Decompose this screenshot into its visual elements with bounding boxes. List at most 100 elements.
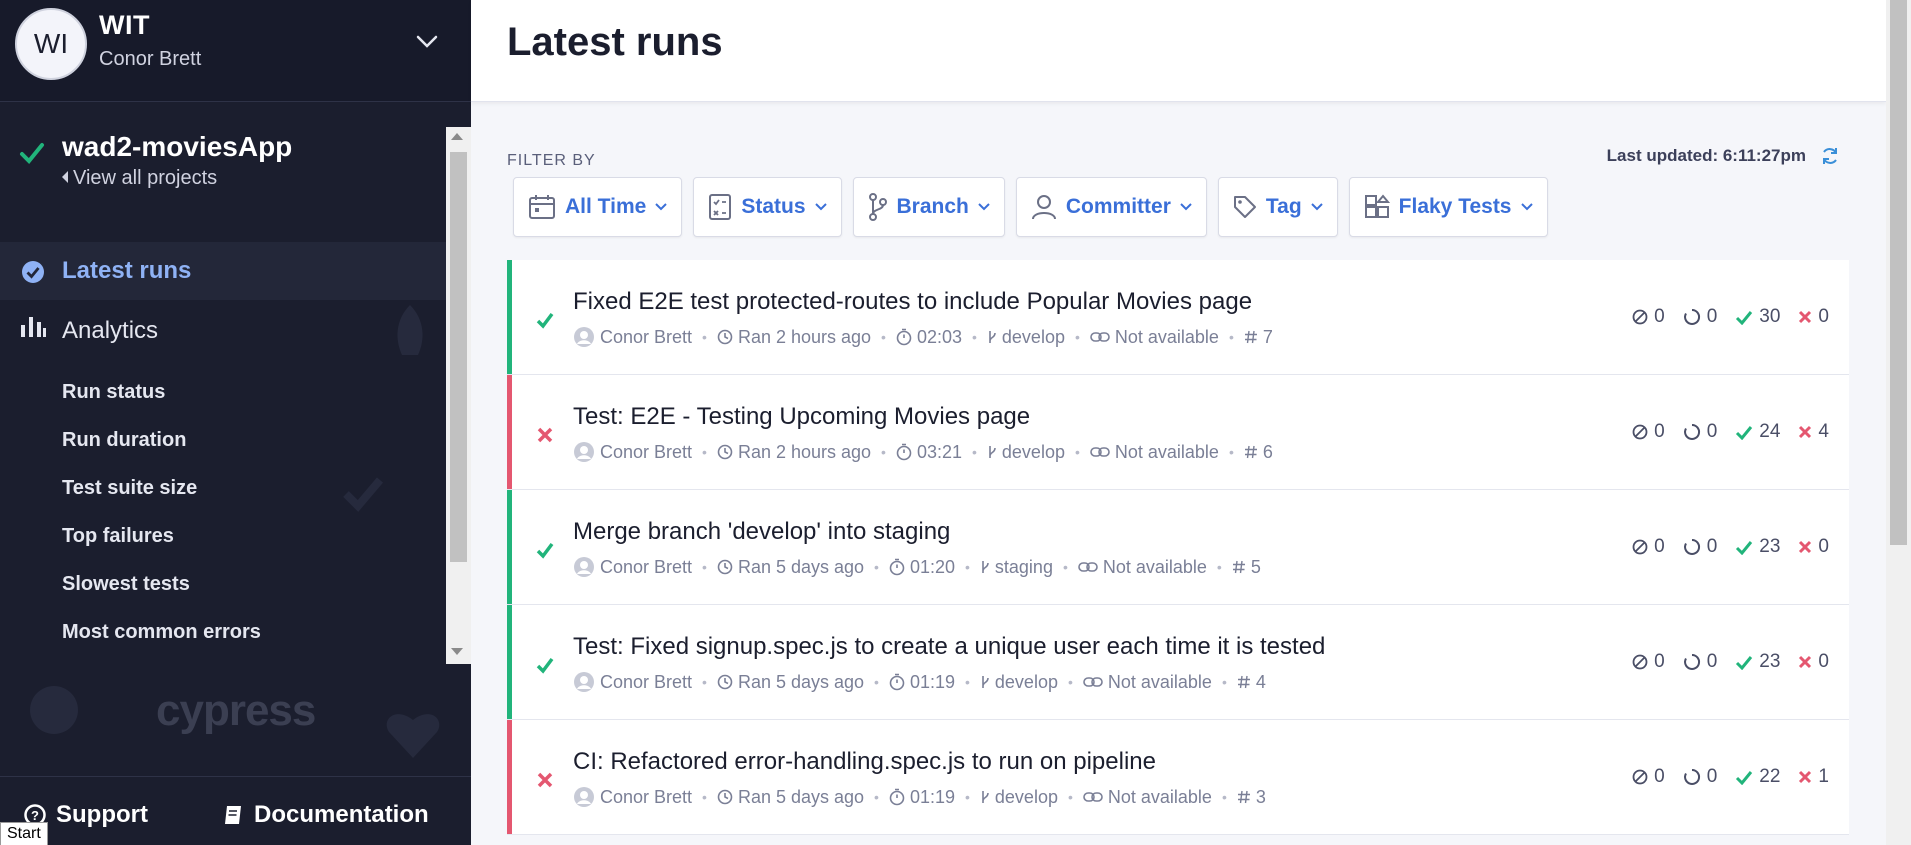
clock-icon <box>717 674 733 690</box>
check-icon <box>1736 426 1753 440</box>
main-scrollbar[interactable] <box>1886 0 1911 845</box>
skipped-value: 0 <box>1654 651 1665 672</box>
skipped-icon <box>1632 309 1648 325</box>
run-counts: 0 0 30 0 <box>1632 306 1829 328</box>
run-duration: 01:20 <box>889 557 955 578</box>
run-ci: Not available <box>1083 672 1212 693</box>
chevron-down-icon[interactable] <box>412 26 442 56</box>
passed-status-icon <box>536 312 554 329</box>
view-all-projects-link[interactable]: View all projects <box>62 167 217 190</box>
filter-committer[interactable]: Committer <box>1015 177 1207 237</box>
separator: • <box>965 789 970 805</box>
link-icon <box>1090 447 1110 457</box>
run-title[interactable]: CI: Refactored error-handling.spec.js to… <box>573 748 1156 776</box>
run-row[interactable]: Test: E2E - Testing Upcoming Movies page… <box>507 375 1849 490</box>
run-title[interactable]: Test: Fixed signup.spec.js to create a u… <box>573 633 1325 661</box>
failed-status-icon <box>537 772 553 788</box>
pending-value: 0 <box>1706 651 1718 672</box>
skipped-count: 0 <box>1632 536 1665 558</box>
run-time-label: Ran 2 hours ago <box>737 441 872 462</box>
page-title: Latest runs <box>507 20 723 64</box>
refresh-icon[interactable] <box>1820 146 1840 166</box>
pending-value: 0 <box>1706 306 1718 327</box>
separator: • <box>1228 329 1234 345</box>
separator: • <box>1067 789 1073 805</box>
sidebar-item-run-status[interactable]: Run status <box>62 381 165 404</box>
avatar-placeholder-icon <box>574 787 594 807</box>
sidebar-item-slowest-tests[interactable]: Slowest tests <box>62 573 190 596</box>
scroll-down-icon[interactable] <box>451 648 463 655</box>
passed-value: 23 <box>1759 536 1781 557</box>
failed-value: 0 <box>1818 306 1829 327</box>
filter-label: All Time <box>565 195 647 218</box>
link-icon <box>1078 562 1098 572</box>
run-ci: Not available <box>1083 787 1212 808</box>
run-counts: 0 0 23 0 <box>1632 651 1829 673</box>
run-row[interactable]: Merge branch 'develop' into staging Cono… <box>507 490 1849 605</box>
stopwatch-icon <box>889 558 905 576</box>
passed-count: 24 <box>1735 421 1780 443</box>
filter-flaky-tests[interactable]: Flaky Tests <box>1348 177 1548 237</box>
filter-branch[interactable]: Branch <box>852 177 1005 237</box>
documentation-link[interactable]: Documentation <box>222 801 429 829</box>
filter-all-time[interactable]: All Time <box>513 177 683 237</box>
view-all-label: View all projects <box>73 167 218 189</box>
run-title[interactable]: Fixed E2E test protected-routes to inclu… <box>573 288 1252 316</box>
committer: Conor Brett <box>573 441 692 463</box>
run-ci-label: Not available <box>1114 441 1219 462</box>
avatar-placeholder-icon <box>574 442 594 462</box>
stopwatch-icon <box>896 443 912 461</box>
run-title[interactable]: Merge branch 'develop' into staging <box>573 518 950 546</box>
avatar-placeholder-icon <box>574 672 594 692</box>
run-number-label: 4 <box>1255 671 1266 692</box>
separator: • <box>874 559 879 575</box>
link-icon <box>1090 332 1110 342</box>
sidebar-item-top-failures[interactable]: Top failures <box>62 525 174 548</box>
stopwatch-icon <box>889 788 905 806</box>
sidebar-item-test-suite-size[interactable]: Test suite size <box>62 477 197 500</box>
run-branch: develop <box>987 327 1065 348</box>
sidebar-item-run-duration[interactable]: Run duration <box>62 429 186 452</box>
run-branch: develop <box>980 787 1058 808</box>
stopwatch-icon <box>889 673 905 691</box>
status-bar <box>507 605 512 719</box>
documentation-label: Documentation <box>254 801 429 828</box>
separator: • <box>965 559 970 575</box>
passed-count: 23 <box>1735 536 1780 558</box>
scroll-up-icon[interactable] <box>451 133 463 140</box>
x-icon <box>1799 310 1812 324</box>
run-counts: 0 0 23 0 <box>1632 536 1829 558</box>
run-branch-label: develop <box>1001 441 1065 462</box>
run-number: 5 <box>1232 557 1261 578</box>
run-row[interactable]: Fixed E2E test protected-routes to inclu… <box>507 260 1849 375</box>
org-switcher[interactable]: WI WIT Conor Brett <box>0 0 471 102</box>
committer-name: Conor Brett <box>600 441 693 462</box>
grid-icon <box>1364 194 1390 218</box>
run-number: 3 <box>1237 787 1266 808</box>
run-row[interactable]: CI: Refactored error-handling.spec.js to… <box>507 720 1849 835</box>
sidebar-item-latest-runs[interactable]: Latest runs <box>0 242 446 300</box>
last-updated: Last updated: 6:11:27pm <box>1606 146 1806 165</box>
pending-count: 0 <box>1683 306 1718 328</box>
run-time-label: Ran 2 hours ago <box>737 326 872 347</box>
sidebar-scrollbar-thumb[interactable] <box>450 152 467 562</box>
sidebar-item-most-common-errors[interactable]: Most common errors <box>62 621 261 644</box>
separator: • <box>1221 674 1227 690</box>
checklist-icon <box>709 194 732 220</box>
sidebar-item-label: Analytics <box>62 317 159 344</box>
sidebar-item-label: Latest runs <box>62 257 192 284</box>
separator: • <box>874 789 879 805</box>
branch-icon <box>982 791 989 803</box>
run-row[interactable]: Test: Fixed signup.spec.js to create a u… <box>507 605 1849 720</box>
committer-name: Conor Brett <box>600 671 693 692</box>
separator: • <box>972 329 977 345</box>
committer: Conor Brett <box>573 786 692 808</box>
failed-value: 0 <box>1818 651 1829 672</box>
main-scrollbar-thumb[interactable] <box>1890 0 1907 545</box>
filter-status[interactable]: Status <box>693 177 842 237</box>
filter-tag[interactable]: Tag <box>1217 177 1338 237</box>
run-title[interactable]: Test: E2E - Testing Upcoming Movies page <box>573 403 1030 431</box>
run-number-label: 7 <box>1262 326 1273 347</box>
separator: • <box>1228 444 1234 460</box>
run-time-label: Ran 5 days ago <box>737 786 865 807</box>
